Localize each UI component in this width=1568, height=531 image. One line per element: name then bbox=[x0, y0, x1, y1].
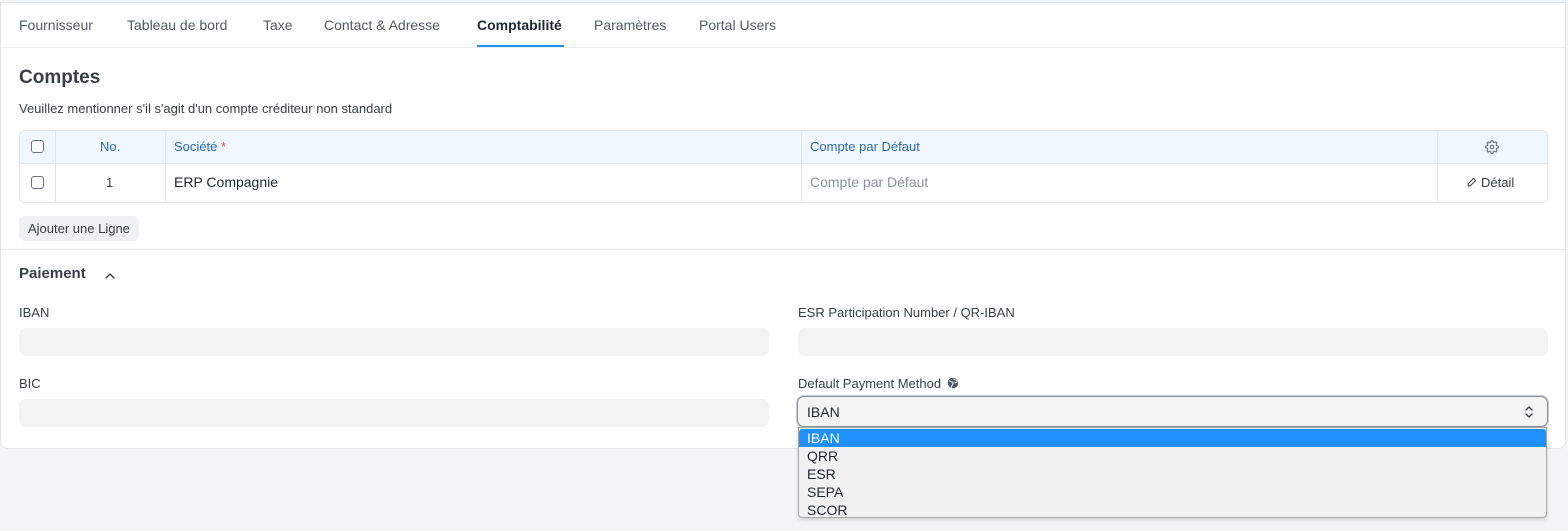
accounts-section-description: Veuillez mentionner s'il s'agit d'un com… bbox=[19, 101, 393, 116]
section-divider bbox=[1, 249, 1565, 250]
payment-method-label: Default Payment Method bbox=[798, 376, 942, 391]
select-arrows-icon bbox=[1525, 405, 1533, 424]
bic-label: BIC bbox=[19, 376, 41, 391]
tab-contact-adresse[interactable]: Contact & Adresse bbox=[324, 17, 440, 33]
payment-method-value: IBAN bbox=[807, 404, 840, 420]
bic-input[interactable] bbox=[19, 399, 769, 427]
option-qrr[interactable]: QRR bbox=[799, 447, 1546, 465]
row-detail-label: Détail bbox=[1481, 175, 1515, 190]
add-row-button[interactable]: Ajouter une Ligne bbox=[19, 216, 139, 241]
edit-icon bbox=[1467, 177, 1477, 187]
tab-tableau-de-bord[interactable]: Tableau de bord bbox=[127, 17, 227, 33]
column-header-no: No. bbox=[100, 139, 121, 154]
active-tab-indicator bbox=[477, 45, 564, 47]
payment-method-label-wrap: Default Payment Method bbox=[798, 376, 959, 391]
option-esr[interactable]: ESR bbox=[799, 465, 1546, 483]
supplier-form-card: Fournisseur Tableau de bord Taxe Contact… bbox=[0, 2, 1566, 449]
tab-portal-users[interactable]: Portal Users bbox=[699, 17, 776, 33]
row-checkbox[interactable] bbox=[31, 176, 44, 189]
column-header-company-label: Société bbox=[174, 139, 218, 154]
esr-input[interactable] bbox=[798, 328, 1548, 356]
payment-section-title[interactable]: Paiement bbox=[19, 265, 86, 282]
iban-label: IBAN bbox=[19, 305, 50, 320]
table-header: No. Société * Compte par Défaut bbox=[20, 131, 1547, 164]
iban-input[interactable] bbox=[19, 328, 769, 356]
tab-parametres[interactable]: Paramètres bbox=[594, 17, 666, 33]
required-mark: * bbox=[221, 139, 227, 154]
globe-icon bbox=[947, 377, 958, 389]
row-default-account[interactable]: Compte par Défaut bbox=[810, 174, 928, 190]
option-iban[interactable]: IBAN bbox=[799, 429, 1546, 447]
row-number: 1 bbox=[106, 175, 114, 190]
table-row[interactable]: 1 ERP Compagnie Compte par Défaut Détail bbox=[20, 164, 1547, 202]
form-tabs: Fournisseur Tableau de bord Taxe Contact… bbox=[1, 3, 1565, 48]
payment-method-dropdown: IBAN QRR ESR SEPA SCOR bbox=[798, 427, 1547, 518]
column-header-default-account: Compte par Défaut bbox=[810, 139, 920, 154]
chevron-up-icon[interactable] bbox=[104, 269, 116, 287]
column-header-company[interactable]: Société * bbox=[174, 139, 226, 154]
accounts-table: No. Société * Compte par Défaut 1 ERP Co… bbox=[19, 130, 1548, 203]
tab-comptabilite[interactable]: Comptabilité bbox=[477, 17, 562, 33]
payment-method-select[interactable]: IBAN bbox=[797, 396, 1548, 427]
gear-icon[interactable] bbox=[1485, 140, 1499, 154]
option-scor[interactable]: SCOR bbox=[799, 501, 1546, 519]
row-company[interactable]: ERP Compagnie bbox=[174, 174, 278, 190]
row-detail-button[interactable]: Détail bbox=[1466, 175, 1514, 190]
esr-label: ESR Participation Number / QR-IBAN bbox=[798, 305, 1015, 320]
select-all-checkbox[interactable] bbox=[31, 140, 44, 153]
accounts-section-title: Comptes bbox=[19, 67, 101, 88]
tab-fournisseur[interactable]: Fournisseur bbox=[19, 17, 93, 33]
option-sepa[interactable]: SEPA bbox=[799, 483, 1546, 501]
tab-taxe[interactable]: Taxe bbox=[263, 17, 293, 33]
